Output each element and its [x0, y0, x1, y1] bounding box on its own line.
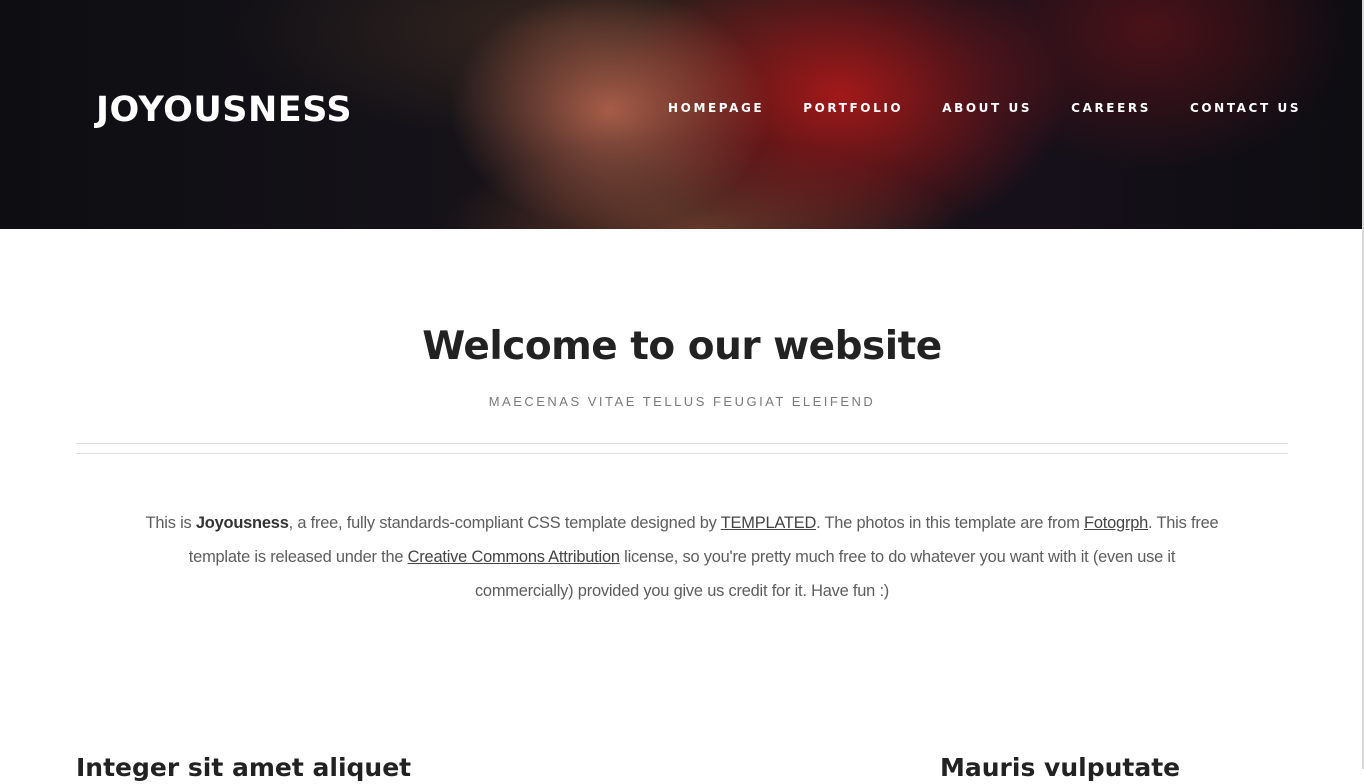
section-heading-right: Mauris vulputate: [940, 753, 1181, 782]
brand-name: Joyousness: [195, 514, 289, 532]
welcome-title: Welcome to our website: [422, 324, 942, 369]
fotogrph-link[interactable]: Fotogrph: [1084, 514, 1148, 532]
nav-contact-us[interactable]: CONTACT US: [1190, 100, 1301, 116]
nav-careers[interactable]: CAREERS: [1071, 100, 1151, 116]
header-banner: JOYOUSNESS HOMEPAGE PORTFOLIO ABOUT US C…: [0, 0, 1364, 229]
intro-text: This is: [145, 514, 196, 532]
intro-text: . The photos in this template are from: [816, 514, 1085, 532]
divider-line: [76, 453, 1288, 454]
welcome-subtitle: MAECENAS VITAE TELLUS FEUGIAT ELEIFEND: [488, 394, 876, 409]
intro-text: , a free, fully standards-compliant CSS …: [288, 514, 721, 532]
section-heading-left: Integer sit amet aliquet: [76, 753, 412, 782]
license-link[interactable]: Creative Commons Attribution: [408, 548, 620, 566]
nav-portfolio[interactable]: PORTFOLIO: [803, 100, 903, 116]
intro-paragraph: This is Joyousness, a free, fully standa…: [145, 506, 1219, 608]
nav-about-us[interactable]: ABOUT US: [942, 100, 1032, 116]
main-nav: HOMEPAGE PORTFOLIO ABOUT US CAREERS CONT…: [668, 100, 1301, 116]
nav-homepage[interactable]: HOMEPAGE: [668, 100, 764, 116]
templated-link[interactable]: TEMPLATED: [721, 514, 817, 532]
divider-line: [76, 443, 1288, 444]
site-logo[interactable]: JOYOUSNESS: [96, 88, 352, 132]
